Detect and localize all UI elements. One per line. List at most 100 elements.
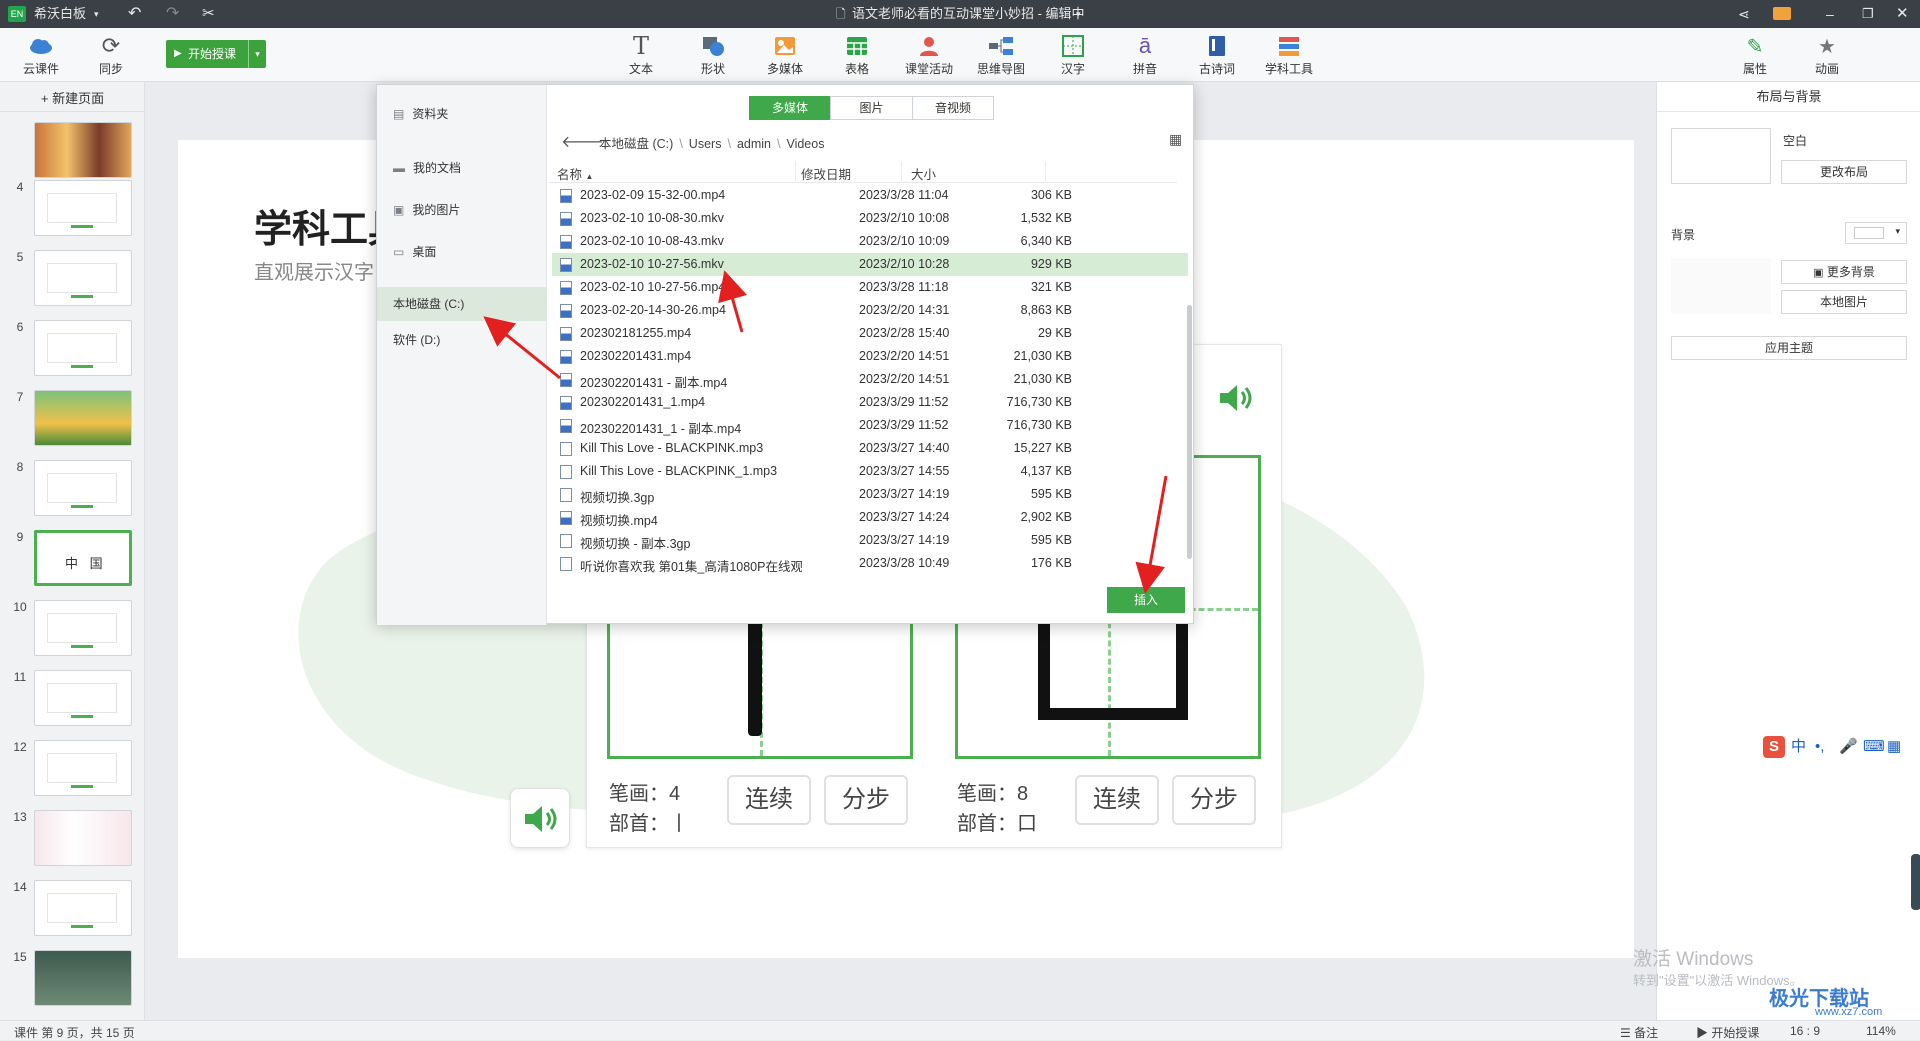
file-row[interactable]: 2023-02-10 10-08-30.mkv 2023/2/10 10:08 1,… — [552, 207, 1188, 230]
file-row[interactable]: 202302201431_1.mp4 2023/3/29 11:52 716,730… — [552, 391, 1188, 414]
file-row[interactable]: 202302181255.mp4 2023/2/28 15:40 29 KB — [552, 322, 1188, 345]
start-class-status-button[interactable]: ▶ 开始授课 — [1696, 1024, 1759, 1041]
animation-tab[interactable]: ★ 动画 — [1798, 32, 1856, 77]
slide-thumbnail-12[interactable] — [34, 740, 132, 796]
view-mode-grid-icon[interactable]: ▦ — [1169, 131, 1182, 148]
sidebar-item-drive-d[interactable]: 软件 (D:) — [377, 323, 547, 357]
text-tool[interactable]: T 文本 — [612, 32, 670, 77]
sidebar-item-library[interactable]: ▤ 资料夹 — [377, 97, 547, 131]
cloud-courseware-button[interactable]: 云课件 — [12, 32, 70, 77]
ime-toolbar[interactable]: S 中 •, 🎤 ⌨ ▦ — [1759, 734, 1913, 760]
file-row[interactable]: 202302201431 - 副本.mp4 2023/2/20 14:51 21,0… — [552, 368, 1188, 391]
layout-preview[interactable] — [1671, 128, 1771, 184]
breadcrumb-admin[interactable]: admin — [737, 137, 771, 151]
back-arrow-icon[interactable]: 🡐 — [561, 131, 604, 152]
undo-icon[interactable]: ↶ — [128, 0, 141, 28]
subject-tools[interactable]: 学科工具 — [1260, 32, 1318, 77]
slide-thumbnail-6[interactable] — [34, 320, 132, 376]
insert-button[interactable]: 插入 — [1107, 587, 1185, 613]
mail-icon[interactable] — [1773, 7, 1791, 20]
shape-tool[interactable]: 形状 — [684, 32, 742, 77]
app-menu-chevron-icon[interactable]: ▾ — [94, 0, 99, 28]
file-row[interactable]: 202302201431.mp4 2023/2/20 14:51 21,030 KB — [552, 345, 1188, 368]
file-row[interactable]: 202302201431_1 - 副本.mp4 2023/3/29 11:52 71… — [552, 414, 1188, 437]
slide-thumbnail-14[interactable] — [34, 880, 132, 936]
file-row[interactable]: 视频切换.3gp 2023/3/27 14:19 595 KB — [552, 483, 1188, 506]
file-row[interactable]: Kill This Love - BLACKPINK.mp3 2023/3/27 … — [552, 437, 1188, 460]
notes-button[interactable]: ☰ 备注 — [1620, 1024, 1658, 1041]
title-chevron-icon[interactable]: ▾ — [1076, 0, 1081, 28]
breadcrumb-drive[interactable]: 本地磁盘 (C:) — [599, 137, 673, 151]
breadcrumb-videos[interactable]: Videos — [786, 137, 824, 151]
sidebar-item-drive-c[interactable]: 本地磁盘 (C:) — [377, 287, 547, 321]
slide-subtitle[interactable]: 直观展示汉字 — [254, 256, 374, 285]
slide-thumbnail-9[interactable]: 中 国 — [34, 530, 132, 586]
slide-thumbnail-13[interactable] — [34, 810, 132, 866]
breadcrumb-users[interactable]: Users — [689, 137, 722, 151]
file-row[interactable]: 2023-02-10 10-27-56.mp4 2023/3/28 11:18 32… — [552, 276, 1188, 299]
restore-icon[interactable]: ❐ — [1862, 0, 1874, 28]
slide-thumbnail-7[interactable] — [34, 390, 132, 446]
file-row[interactable]: 2023-02-10 10-27-56.mkv 2023/2/10 10:28 92… — [552, 253, 1188, 276]
column-header-size[interactable]: 大小 — [911, 164, 936, 183]
file-row[interactable]: 2023-02-20-14-30-26.mp4 2023/2/20 14:31 8,… — [552, 299, 1188, 322]
apply-theme-button[interactable]: 应用主题 — [1671, 336, 1907, 360]
ime-language[interactable]: 中 — [1791, 734, 1806, 760]
file-row[interactable]: Kill This Love - BLACKPINK_1.mp3 2023/3/2… — [552, 460, 1188, 483]
new-page-button[interactable]: + 新建页面 — [0, 86, 145, 112]
slide-thumbnail-10[interactable] — [34, 600, 132, 656]
file-row[interactable]: 视频切换 - 副本.3gp 2023/3/27 14:19 595 KB — [552, 529, 1188, 552]
tab-multimedia[interactable]: 多媒体 — [749, 96, 831, 120]
class-activity-tool[interactable]: 课堂活动 — [900, 32, 958, 77]
side-handle[interactable] — [1911, 854, 1920, 910]
sidebar-item-desktop[interactable]: ▭ 桌面 — [377, 235, 547, 269]
tab-images[interactable]: 图片 — [830, 96, 913, 120]
column-header-date[interactable]: 修改日期 — [801, 164, 851, 183]
start-class-button[interactable]: ▶ 开始授课 ▾ — [166, 40, 266, 68]
speaker-icon[interactable] — [1217, 383, 1255, 413]
file-row[interactable]: 2023-02-10 10-08-43.mkv 2023/2/10 10:09 6,… — [552, 230, 1188, 253]
file-row[interactable]: 视频切换.mp4 2023/3/27 14:24 2,902 KB — [552, 506, 1188, 529]
slide-thumbnail-11[interactable] — [34, 670, 132, 726]
start-class-dropdown-icon[interactable]: ▾ — [248, 40, 266, 68]
sidebar-item-documents[interactable]: ▬ 我的文档 — [377, 151, 547, 185]
hanzi-tool[interactable]: 汉字 — [1044, 32, 1102, 77]
slide-thumbnail-8[interactable] — [34, 460, 132, 516]
column-header-name[interactable]: 名称 ▲ — [557, 164, 593, 183]
multimedia-tool[interactable]: 多媒体 — [756, 32, 814, 77]
sync-button[interactable]: ⟳ 同步 — [82, 32, 140, 77]
slide-thumbnail-5[interactable] — [34, 250, 132, 306]
document-title[interactable]: 语文老师必看的互动课堂小妙招 - 编辑中 — [852, 0, 1085, 28]
aspect-ratio-selector[interactable]: 16 : 9 — [1790, 1024, 1820, 1038]
file-row[interactable]: 听说你喜欢我 第01集_高清1080P在线观看平台_...2023/3/28 1… — [552, 552, 1188, 575]
speaker-button[interactable] — [510, 788, 570, 848]
slide-thumbnail[interactable] — [34, 122, 132, 178]
app-badge[interactable]: EN — [8, 6, 26, 22]
app-name[interactable]: 希沃白板 — [34, 0, 86, 28]
slide-thumbnail-15[interactable] — [34, 950, 132, 1006]
share-icon[interactable]: ⋖ — [1738, 0, 1750, 28]
punctuation-icon[interactable]: •, — [1815, 734, 1824, 760]
redo-icon[interactable]: ↷ — [166, 0, 179, 28]
mindmap-tool[interactable]: 思维导图 — [972, 32, 1030, 77]
char1-continuous-button[interactable]: 连续 — [727, 775, 811, 825]
file-row[interactable]: 2023-02-09 15-32-00.mp4 2023/3/28 11:04 30… — [552, 184, 1188, 207]
slide-thumbnail-4[interactable] — [34, 180, 132, 236]
minimize-icon[interactable]: – — [1826, 0, 1834, 28]
close-icon[interactable]: ✕ — [1896, 0, 1909, 28]
sidebar-item-pictures[interactable]: ▣ 我的图片 — [377, 193, 547, 227]
local-image-button[interactable]: 本地图片 — [1781, 290, 1907, 314]
table-tool[interactable]: 表格 — [828, 32, 886, 77]
char2-continuous-button[interactable]: 连续 — [1075, 775, 1159, 825]
background-color-picker[interactable]: ▾ — [1845, 222, 1907, 244]
cut-icon[interactable]: ✂ — [202, 0, 215, 28]
pinyin-tool[interactable]: ā 拼音 — [1116, 32, 1174, 77]
tab-audio-video[interactable]: 音视频 — [912, 96, 994, 120]
more-background-button[interactable]: ▣ 更多背景 — [1781, 260, 1907, 284]
grid-icon[interactable]: ▦ — [1887, 734, 1901, 760]
poetry-tool[interactable]: 古诗词 — [1188, 32, 1246, 77]
zoom-level[interactable]: 114% — [1866, 1024, 1896, 1038]
properties-tab[interactable]: ✎ 属性 — [1726, 32, 1784, 77]
keyboard-icon[interactable]: ⌨ — [1863, 734, 1885, 760]
char2-step-button[interactable]: 分步 — [1172, 775, 1256, 825]
